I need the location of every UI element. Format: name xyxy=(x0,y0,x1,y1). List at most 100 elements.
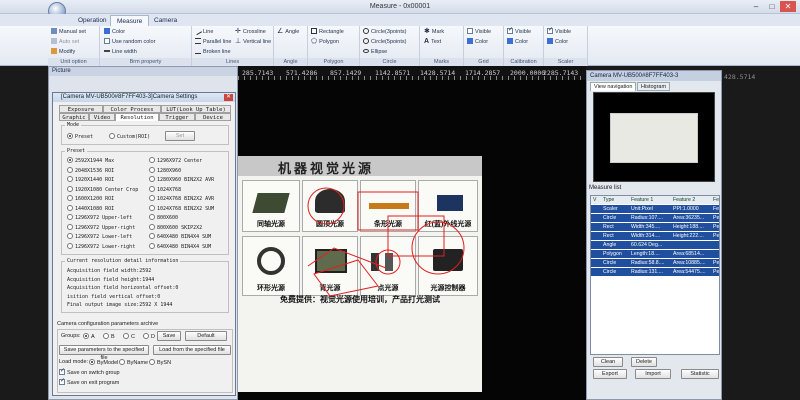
tab-trigger[interactable]: Trigger xyxy=(159,113,195,121)
scaler-color-button[interactable]: Color xyxy=(547,38,568,46)
calibration-color-button[interactable]: Color xyxy=(507,38,528,46)
tab-graphic[interactable]: Graphic xyxy=(59,113,89,121)
preset-radio[interactable]: 2592X1944 Max xyxy=(67,157,114,164)
default-button[interactable]: Default xyxy=(185,331,227,341)
preset-radio[interactable]: 1024X768 xyxy=(149,185,181,193)
radio xyxy=(143,333,149,339)
save-button[interactable]: Save xyxy=(157,331,181,341)
tab-lut[interactable]: LUT(Look Up Table) xyxy=(161,105,231,113)
palette-icon xyxy=(467,38,473,44)
group-d-radio[interactable]: D xyxy=(143,333,155,340)
tab-camera[interactable]: Camera xyxy=(148,15,183,26)
image-viewport[interactable]: 机器视觉光源 同轴光源 圆顶光源 条形光源 红(蓝)外线光源 环形光源 背光源 … xyxy=(238,80,586,400)
grid-color-button[interactable]: Color xyxy=(467,38,488,46)
color-button[interactable]: Color xyxy=(104,28,125,36)
clean-button[interactable]: Clean xyxy=(593,357,623,367)
preset-radio[interactable]: 1920X1440 ROI xyxy=(67,176,114,183)
parallel-line-button[interactable]: Parallel line xyxy=(195,38,231,46)
tab-histogram[interactable]: Histogram xyxy=(637,82,671,91)
tab-exposure[interactable]: Exposure xyxy=(59,105,103,113)
line-button[interactable]: Line xyxy=(193,26,213,36)
statistic-button[interactable]: Statistic xyxy=(681,369,719,379)
preset-radio[interactable]: 1920X1080 Center Crop xyxy=(67,185,138,193)
manual-set-button[interactable]: Manual set xyxy=(51,28,86,36)
save-on-switch-checkbox[interactable]: Save on switch group xyxy=(59,367,120,376)
group-b-radio[interactable]: B xyxy=(103,333,115,340)
circle-5points-button[interactable]: Circle(5points) xyxy=(363,38,406,46)
save-params-button[interactable]: Save parameters to the specified file xyxy=(59,345,149,361)
vertical-line-button[interactable]: ⊥ Vertical line xyxy=(235,38,271,46)
save-on-exit-checkbox[interactable]: Save on exit program xyxy=(59,377,119,386)
scaler-visible-checkbox[interactable]: Visible xyxy=(547,26,571,36)
navigation-thumbnail[interactable] xyxy=(593,92,715,182)
ellipse-button[interactable]: Ellipse xyxy=(363,48,387,56)
close-icon[interactable]: ✕ xyxy=(780,1,796,12)
table-row[interactable]: Circle Radius:107.... Area:36235... Pe xyxy=(591,214,719,222)
import-button[interactable]: Import xyxy=(635,369,671,379)
table-row[interactable]: Scaler Unit:Pixel PPI:1.0000 Fe xyxy=(591,205,719,213)
set-button[interactable]: Set xyxy=(165,131,195,141)
tab-video[interactable]: Video xyxy=(89,113,115,121)
tab-operation[interactable]: Operation xyxy=(72,15,113,26)
preset-radio[interactable]: 1024X768 BIN2X2 AVR xyxy=(149,195,214,202)
delete-button[interactable]: Delete xyxy=(631,357,657,367)
load-params-button[interactable]: Load from the specified file xyxy=(153,345,231,355)
preset-radio[interactable]: 1280X960 BIN2X2 AVR xyxy=(149,176,214,183)
preset-radio[interactable]: 800X600 xyxy=(149,214,178,221)
group-c-radio[interactable]: C xyxy=(123,333,135,340)
preset-radio[interactable]: 1296X972 Upper-left xyxy=(67,214,132,221)
text-button[interactable]: A Text xyxy=(424,38,441,46)
preset-radio[interactable]: 1600X1200 ROI xyxy=(67,195,114,202)
random-color-checkbox[interactable]: Use random color xyxy=(104,38,155,46)
table-row[interactable]: Angle 60.624 Deg... xyxy=(591,241,719,249)
line-width-button[interactable]: Line width xyxy=(104,48,137,56)
preset-radio[interactable]: 1296X972 Lower-right xyxy=(67,242,135,250)
tab-color-process[interactable]: Color Process xyxy=(103,105,161,113)
preset-radio[interactable]: 640X480 BIN4X4 SUM xyxy=(149,242,211,250)
tab-measure[interactable]: Measure xyxy=(110,15,150,26)
tab-view-navigation[interactable]: View navigation xyxy=(590,82,637,91)
radio xyxy=(67,214,73,220)
radio xyxy=(149,242,155,249)
crossline-button[interactable]: ✛ Crossline xyxy=(235,28,266,36)
grid-visible-checkbox[interactable]: Visible xyxy=(467,28,491,36)
export-button[interactable]: Export xyxy=(593,369,627,379)
calibration-visible-checkbox[interactable]: Visible xyxy=(507,26,531,36)
preset-radio[interactable]: 2048X1536 ROI xyxy=(67,166,114,174)
table-row[interactable]: Circle Radius:58.8.... Area:10885.... Pe xyxy=(591,259,719,267)
preset-radio[interactable]: 1440X1080 ROI xyxy=(67,204,114,212)
mark-button[interactable]: ✱ Mark xyxy=(424,28,444,36)
polygon-button[interactable]: ⬠ Polygon xyxy=(311,38,339,46)
table-row[interactable]: Rect Width:314.... Height:222.... Pe xyxy=(591,232,719,240)
table-row[interactable]: Polygon Length:18.... Area:68514... xyxy=(591,250,719,258)
detail-line: Acquisition field height:1944 xyxy=(67,276,155,283)
circle-3points-button[interactable]: Circle(3points) xyxy=(363,28,406,36)
cell-feature-2: Area:10885.... xyxy=(673,260,706,266)
broken-line-button[interactable]: Broken line xyxy=(195,48,231,56)
rectangle-button[interactable]: Rectangle xyxy=(311,28,344,36)
close-icon[interactable]: ✕ xyxy=(224,94,233,101)
preset-radio[interactable]: 1296X972 Center xyxy=(149,157,202,164)
mode-preset-radio[interactable]: Preset xyxy=(67,133,93,140)
load-bysn-radio[interactable]: BySN xyxy=(149,359,171,366)
minimize-icon[interactable]: – xyxy=(748,1,764,12)
preset-radio[interactable]: 1024X768 BIN2X2 SUM xyxy=(149,204,214,212)
angle-button[interactable]: ∠ Angle xyxy=(277,28,299,36)
load-bymodel-radio[interactable]: ByModel xyxy=(89,359,118,366)
tab-resolution[interactable]: Resolution xyxy=(115,113,159,121)
preset-radio[interactable]: 1296X972 Lower-left xyxy=(67,233,132,240)
preset-radio[interactable]: 640X480 BIN4X4 SUM xyxy=(149,233,211,240)
tab-device[interactable]: Device xyxy=(195,113,231,121)
table-row[interactable]: Circle Radius:131.... Area:54475.... Pe xyxy=(591,268,719,276)
table-row[interactable]: Rect Width:345.... Height:188.... Pe xyxy=(591,223,719,231)
auto-set-button[interactable]: Auto set xyxy=(51,38,79,46)
mode-custom-radio[interactable]: Custom(ROI) xyxy=(109,133,150,140)
group-a-radio[interactable]: A xyxy=(83,333,95,340)
preset-radio[interactable]: 1280X960 xyxy=(149,166,181,174)
load-byname-radio[interactable]: ByName xyxy=(119,359,148,366)
modify-button[interactable]: Modify xyxy=(51,48,75,56)
measure-list-table[interactable]: V Type Feature 1 Feature 2 Fe Scaler Unit… xyxy=(590,195,720,355)
preset-radio[interactable]: 1296X972 Upper-right xyxy=(67,223,135,231)
maximize-icon[interactable]: □ xyxy=(764,1,780,12)
preset-radio[interactable]: 800X600 SKIP2X2 xyxy=(149,223,202,231)
